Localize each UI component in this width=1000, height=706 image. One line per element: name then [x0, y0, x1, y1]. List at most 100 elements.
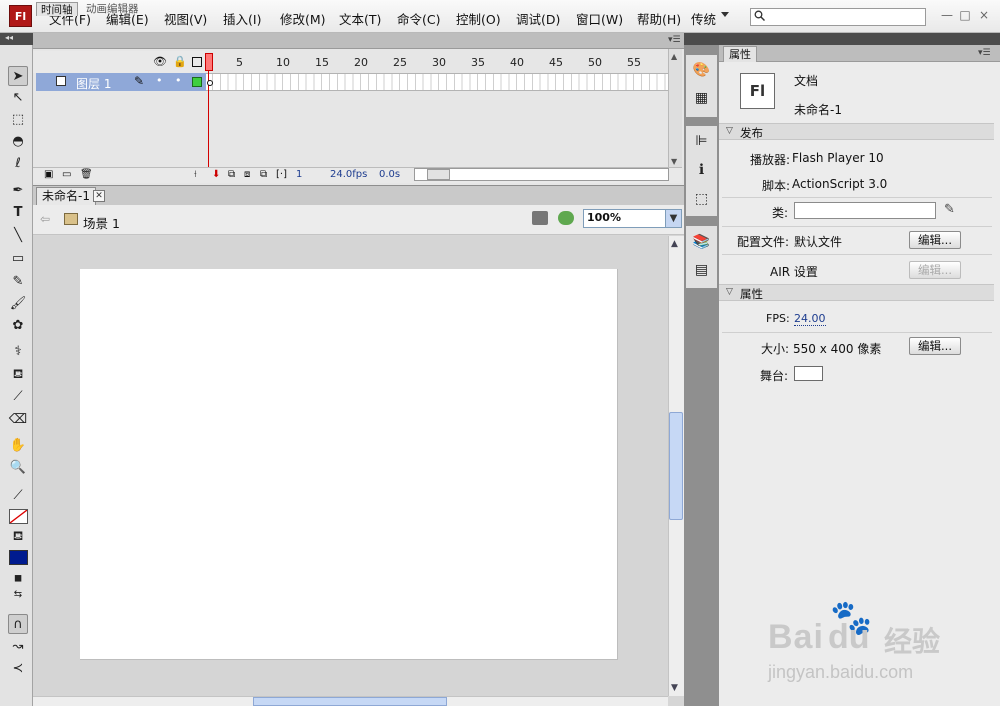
edit-symbols-icon[interactable] — [532, 211, 548, 225]
delete-layer-icon[interactable]: 🗑 — [80, 169, 93, 180]
menu-window[interactable]: 窗口(W) — [576, 9, 623, 28]
scroll-up-icon[interactable]: ▲ — [671, 52, 677, 61]
zoom-tool-icon[interactable]: 🔍 — [8, 458, 28, 478]
air-edit-button[interactable]: 编辑... — [909, 261, 961, 279]
menu-modify[interactable]: 修改(M) — [280, 9, 326, 28]
document-hscroll-thumb[interactable] — [253, 697, 447, 706]
fill-color-swatch[interactable] — [9, 550, 28, 565]
menu-commands[interactable]: 命令(C) — [397, 9, 440, 28]
help-search-input[interactable] — [750, 8, 926, 26]
outline-icon[interactable] — [192, 57, 202, 67]
new-folder-icon[interactable]: ▭ — [62, 169, 71, 180]
fill-color-icon[interactable]: ⛾ — [8, 527, 28, 547]
layer-name[interactable]: 图层 1 — [76, 75, 111, 92]
menu-text[interactable]: 文本(T) — [339, 9, 381, 28]
line-tool-icon[interactable]: ╲ — [8, 226, 28, 246]
panel-menu-icon[interactable]: ▾☰ — [668, 35, 681, 45]
timeline-vscrollbar[interactable] — [668, 49, 682, 167]
scroll-down-icon[interactable]: ▼ — [671, 157, 677, 166]
eyedropper-tool-icon[interactable]: ⟋ — [8, 387, 28, 407]
menu-control[interactable]: 控制(O) — [456, 9, 501, 28]
eraser-tool-icon[interactable]: ⌫ — [8, 410, 28, 430]
components-panel-icon[interactable]: ▤ — [692, 261, 711, 280]
eye-icon[interactable]: 👁 — [153, 55, 167, 68]
frames-grid[interactable] — [206, 73, 668, 91]
toolbar-collapse-bar[interactable]: ◂◂ — [0, 33, 33, 45]
swatches-panel-icon[interactable]: ▦ — [692, 89, 711, 108]
color-panel-icon[interactable]: 🎨 — [692, 61, 711, 80]
smooth-icon[interactable]: ↝ — [8, 637, 28, 657]
align-panel-icon[interactable]: ⊫ — [692, 132, 711, 151]
onion-outline-icon[interactable]: ⧈ — [244, 169, 250, 180]
selection-tool-icon[interactable]: ➤ — [8, 66, 28, 86]
lasso-tool-icon[interactable]: ℓ — [8, 154, 28, 174]
close-icon[interactable]: ✕ — [93, 190, 105, 202]
rectangle-tool-icon[interactable]: ▭ — [8, 249, 28, 269]
chevron-down-icon[interactable]: ▼ — [665, 210, 681, 227]
document-tab[interactable]: 未命名-1 — [36, 187, 96, 205]
tab-properties[interactable]: 属性 — [723, 46, 757, 62]
stroke-color-icon[interactable]: ⟋ — [8, 486, 28, 506]
profile-edit-button[interactable]: 编辑... — [909, 231, 961, 249]
frame-rate[interactable]: 24.0fps — [330, 169, 367, 180]
hand-tool-icon[interactable]: ✋ — [8, 436, 28, 456]
pen-tool-icon[interactable]: ✒ — [8, 181, 28, 201]
subselection-tool-icon[interactable]: ↖ — [8, 88, 28, 108]
collapse-triangle-icon[interactable]: ▽ — [726, 287, 733, 297]
class-input[interactable] — [794, 202, 936, 219]
scroll-down-icon[interactable]: ▼ — [671, 683, 678, 693]
close-button[interactable]: × — [977, 8, 991, 22]
empty-keyframe-icon[interactable] — [207, 80, 213, 86]
menu-view[interactable]: 视图(V) — [164, 9, 207, 28]
stage-color-swatch[interactable] — [794, 366, 823, 381]
text-tool-icon[interactable]: T — [8, 203, 28, 223]
transform-panel-icon[interactable]: ⬚ — [692, 190, 711, 209]
bone-tool-icon[interactable]: ⚕ — [8, 342, 28, 362]
edit-scene-icon[interactable] — [558, 211, 574, 225]
swap-colors-icon[interactable]: ⇆ — [8, 585, 28, 605]
new-layer-icon[interactable]: ▣ — [44, 169, 53, 180]
chevron-down-icon[interactable] — [721, 12, 729, 17]
brush-tool-icon[interactable]: 🖌 — [8, 294, 28, 314]
center-frame-icon[interactable]: ⟊ — [194, 169, 197, 180]
menu-help[interactable]: 帮助(H) — [637, 9, 681, 28]
scroll-up-icon[interactable]: ▲ — [671, 239, 678, 249]
panel-menu-icon[interactable]: ▾☰ — [978, 48, 991, 58]
menu-debug[interactable]: 调试(D) — [516, 9, 560, 28]
free-transform-tool-icon[interactable]: ⬚ — [8, 110, 28, 130]
collapse-triangle-icon[interactable]: ▽ — [726, 126, 733, 136]
lock-dot-icon[interactable]: • — [175, 74, 182, 87]
collapsed-panels-bar[interactable] — [684, 33, 719, 45]
document-vscroll-thumb[interactable] — [669, 412, 683, 520]
scene-breadcrumb[interactable]: 场景 1 — [83, 213, 120, 232]
3d-rotation-tool-icon[interactable]: ◓ — [8, 132, 28, 152]
tab-timeline[interactable]: 时间轴 — [36, 2, 78, 16]
pencil-icon[interactable]: ✎ — [944, 202, 955, 217]
fps-value[interactable]: 24.00 — [794, 312, 826, 326]
tab-motion-editor[interactable]: 动画编辑器 — [82, 2, 143, 16]
current-frame[interactable]: 1 — [296, 169, 302, 180]
stage-canvas[interactable] — [80, 269, 618, 660]
library-panel-icon[interactable]: 📚 — [692, 233, 711, 252]
zoom-value[interactable]: 100% — [587, 211, 621, 224]
info-panel-icon[interactable]: ℹ — [692, 161, 711, 180]
onion-skin-icon[interactable]: ⧉ — [228, 169, 235, 180]
lock-icon[interactable]: 🔒 — [173, 55, 187, 68]
timeline-hscroll-thumb[interactable] — [427, 169, 450, 180]
minimize-button[interactable]: — — [940, 8, 954, 22]
timeline-hscrollbar[interactable] — [414, 168, 669, 181]
deco-tool-icon[interactable]: ✿ — [8, 316, 28, 336]
stroke-color-swatch[interactable] — [9, 509, 28, 524]
snap-to-objects-icon[interactable]: ∩ — [8, 614, 28, 634]
properties-collapse-bar[interactable] — [719, 33, 1000, 45]
edit-multiple-frames-icon[interactable]: ⧉ — [260, 169, 267, 180]
size-edit-button[interactable]: 编辑... — [909, 337, 961, 355]
maximize-button[interactable]: □ — [958, 8, 972, 22]
modify-onion-markers-icon[interactable]: [·] — [276, 169, 287, 180]
workspace-switcher[interactable]: 传统 — [691, 9, 716, 28]
visibility-dot-icon[interactable]: • — [156, 74, 163, 87]
straighten-icon[interactable]: ≺ — [8, 659, 28, 679]
playhead[interactable] — [205, 53, 213, 71]
menu-insert[interactable]: 插入(I) — [223, 9, 261, 28]
back-arrow-icon[interactable]: ⇦ — [40, 212, 50, 226]
